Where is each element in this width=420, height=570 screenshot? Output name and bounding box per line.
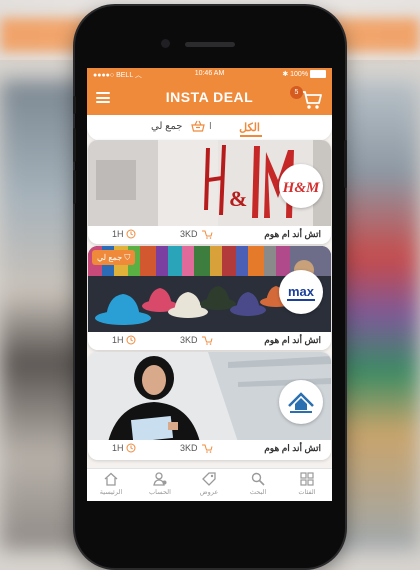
status-bar: ●●●●○ BELL ︿ 10:46 AM ✱ 100% <box>87 68 332 81</box>
deal-card[interactable]: جمع لي ⛉ max 1H 3KD اتش أند ام هوم <box>88 246 331 350</box>
app-screen: ●●●●○ BELL ︿ 10:46 AM ✱ 100% INSTA DEAL … <box>87 68 332 501</box>
categories-icon <box>300 472 314 486</box>
svg-text:max: max <box>288 284 315 299</box>
front-camera <box>161 39 170 48</box>
app-header: INSTA DEAL 5 <box>87 81 332 115</box>
svg-text:&: & <box>229 186 247 211</box>
deal-title: اتش أند ام هوم <box>264 443 321 453</box>
volume-up-button <box>73 128 76 162</box>
account-icon <box>153 472 167 486</box>
tag-icon <box>202 472 216 486</box>
earpiece-speaker <box>185 42 235 47</box>
search-icon <box>251 472 265 486</box>
deal-card[interactable]: 1H 3KD اتش أند ام هوم <box>88 352 331 460</box>
tab-offers[interactable]: عروض <box>185 471 233 496</box>
power-button <box>344 140 347 188</box>
tab-search[interactable]: البحث <box>234 471 282 496</box>
cart-button[interactable]: 5 <box>290 86 324 111</box>
brand-logo-building <box>279 380 323 424</box>
deal-time: 1H <box>112 335 124 345</box>
tab-home[interactable]: الرئيسية <box>87 471 135 496</box>
clock-icon <box>126 443 136 453</box>
deal-time: 1H <box>112 443 124 453</box>
deal-price: 3KD <box>180 335 198 345</box>
mute-switch <box>73 96 76 114</box>
bottom-tab-bar: الرئيسية الحساب عروض البحث الفئات <box>87 468 332 501</box>
clock-icon <box>126 229 136 239</box>
tab-collect[interactable]: جمع لي <box>151 121 182 132</box>
home-icon <box>104 472 118 486</box>
volume-down-button <box>73 170 76 204</box>
deal-title: اتش أند ام هوم <box>264 229 321 239</box>
clock-icon <box>126 335 136 345</box>
battery-status: ✱ 100% <box>282 70 326 79</box>
cart-icon <box>302 91 322 109</box>
tab-all[interactable]: الكل <box>239 121 260 134</box>
hm-logo-icon: H&M <box>282 180 320 196</box>
collect-badge-label: جمع لي <box>97 253 123 262</box>
tab-categories[interactable]: الفئات <box>283 471 331 496</box>
basket-icon <box>191 120 205 132</box>
max-logo-icon: max <box>287 284 315 301</box>
price-tag-icon <box>202 444 213 453</box>
filter-tabs: جمع لي I الكل <box>87 115 332 141</box>
svg-text:H&M: H&M <box>282 180 320 196</box>
battery-icon <box>310 70 326 79</box>
brand-logo-max: max <box>279 270 323 314</box>
tab-account[interactable]: الحساب <box>136 471 184 496</box>
price-tag-icon <box>202 230 213 239</box>
collect-for-me-badge[interactable]: جمع لي ⛉ <box>92 250 136 265</box>
deal-price: 3KD <box>180 229 198 239</box>
deal-footer: 1H 3KD اتش أند ام هوم <box>88 226 331 244</box>
deal-price: 3KD <box>180 443 198 453</box>
deal-card[interactable]: & H&M 1H 3KD اتش أند ام هوم <box>88 140 331 244</box>
cart-count-badge: 5 <box>290 86 303 99</box>
deal-time: 1H <box>112 229 124 239</box>
price-tag-icon <box>202 336 213 345</box>
basket-icon: ⛉ <box>124 253 131 262</box>
deal-footer: 1H 3KD اتش أند ام هوم <box>88 440 331 460</box>
building-logo-icon <box>288 392 314 413</box>
tab-separator: I <box>209 121 212 132</box>
deal-title: اتش أند ام هوم <box>264 335 321 345</box>
bluetooth-icon: ✱ <box>282 71 289 78</box>
active-tab-indicator <box>240 135 262 137</box>
deal-footer: 1H 3KD اتش أند ام هوم <box>88 332 331 350</box>
brand-logo-hm: H&M <box>279 164 323 208</box>
